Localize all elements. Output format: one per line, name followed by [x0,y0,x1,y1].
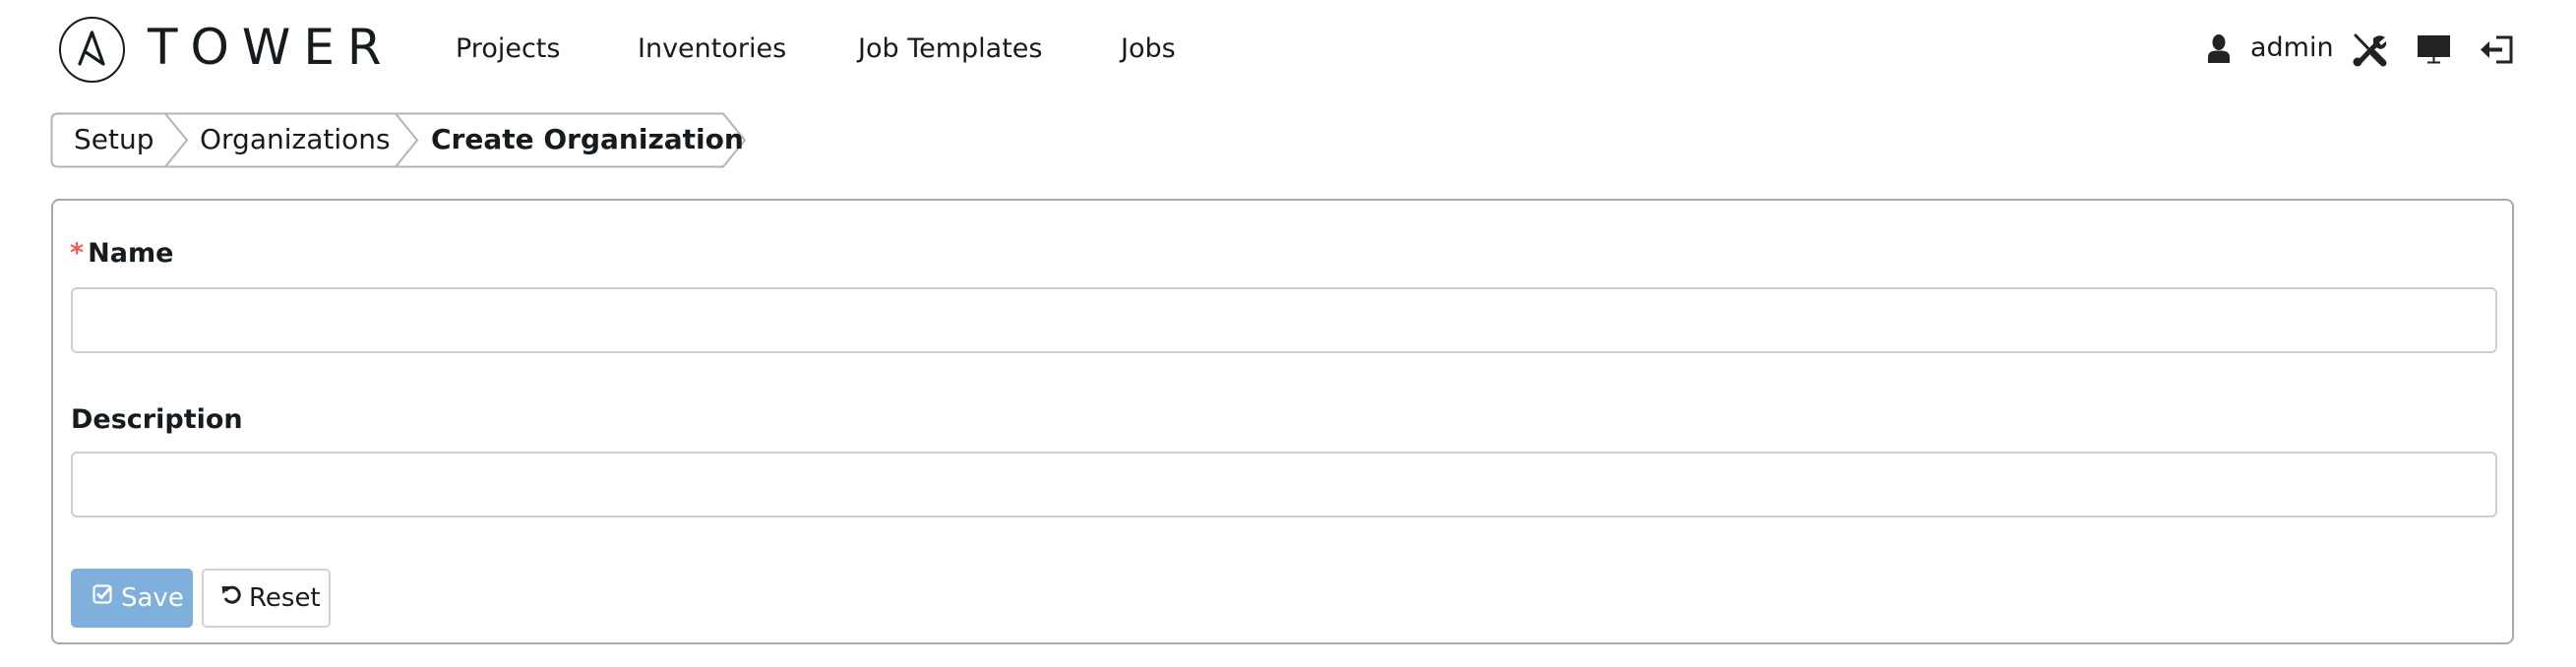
user-icon[interactable] [2208,34,2230,67]
save-button[interactable]: Save [71,569,193,628]
brand-title: TOWER [148,19,395,76]
monitor-icon[interactable] [2418,35,2450,68]
nav-job-templates[interactable]: Job Templates [858,32,1042,66]
name-input[interactable] [71,287,2497,353]
tools-icon[interactable] [2352,33,2387,71]
breadcrumb-setup[interactable]: Setup [74,112,154,167]
check-square-icon [92,567,113,626]
save-label: Save [121,583,184,613]
undo-icon [221,569,241,624]
description-input[interactable] [71,452,2497,517]
nav-inventories[interactable]: Inventories [638,32,786,66]
description-label: Description [71,404,243,435]
name-label: * Name [70,237,173,271]
breadcrumb-create-organization: Create Organization [431,123,744,155]
current-user-link[interactable]: admin [2250,30,2334,66]
logout-icon[interactable] [2481,35,2514,68]
ansible-logo-icon[interactable] [59,17,125,83]
breadcrumb-organizations[interactable]: Organizations [200,112,391,167]
required-asterisk: * [70,238,85,269]
name-label-text: Name [88,238,174,269]
reset-label: Reset [249,583,321,613]
form-panel [51,199,2514,644]
nav-jobs[interactable]: Jobs [1121,32,1176,66]
reset-button[interactable]: Reset [202,569,331,628]
nav-projects[interactable]: Projects [456,32,560,66]
